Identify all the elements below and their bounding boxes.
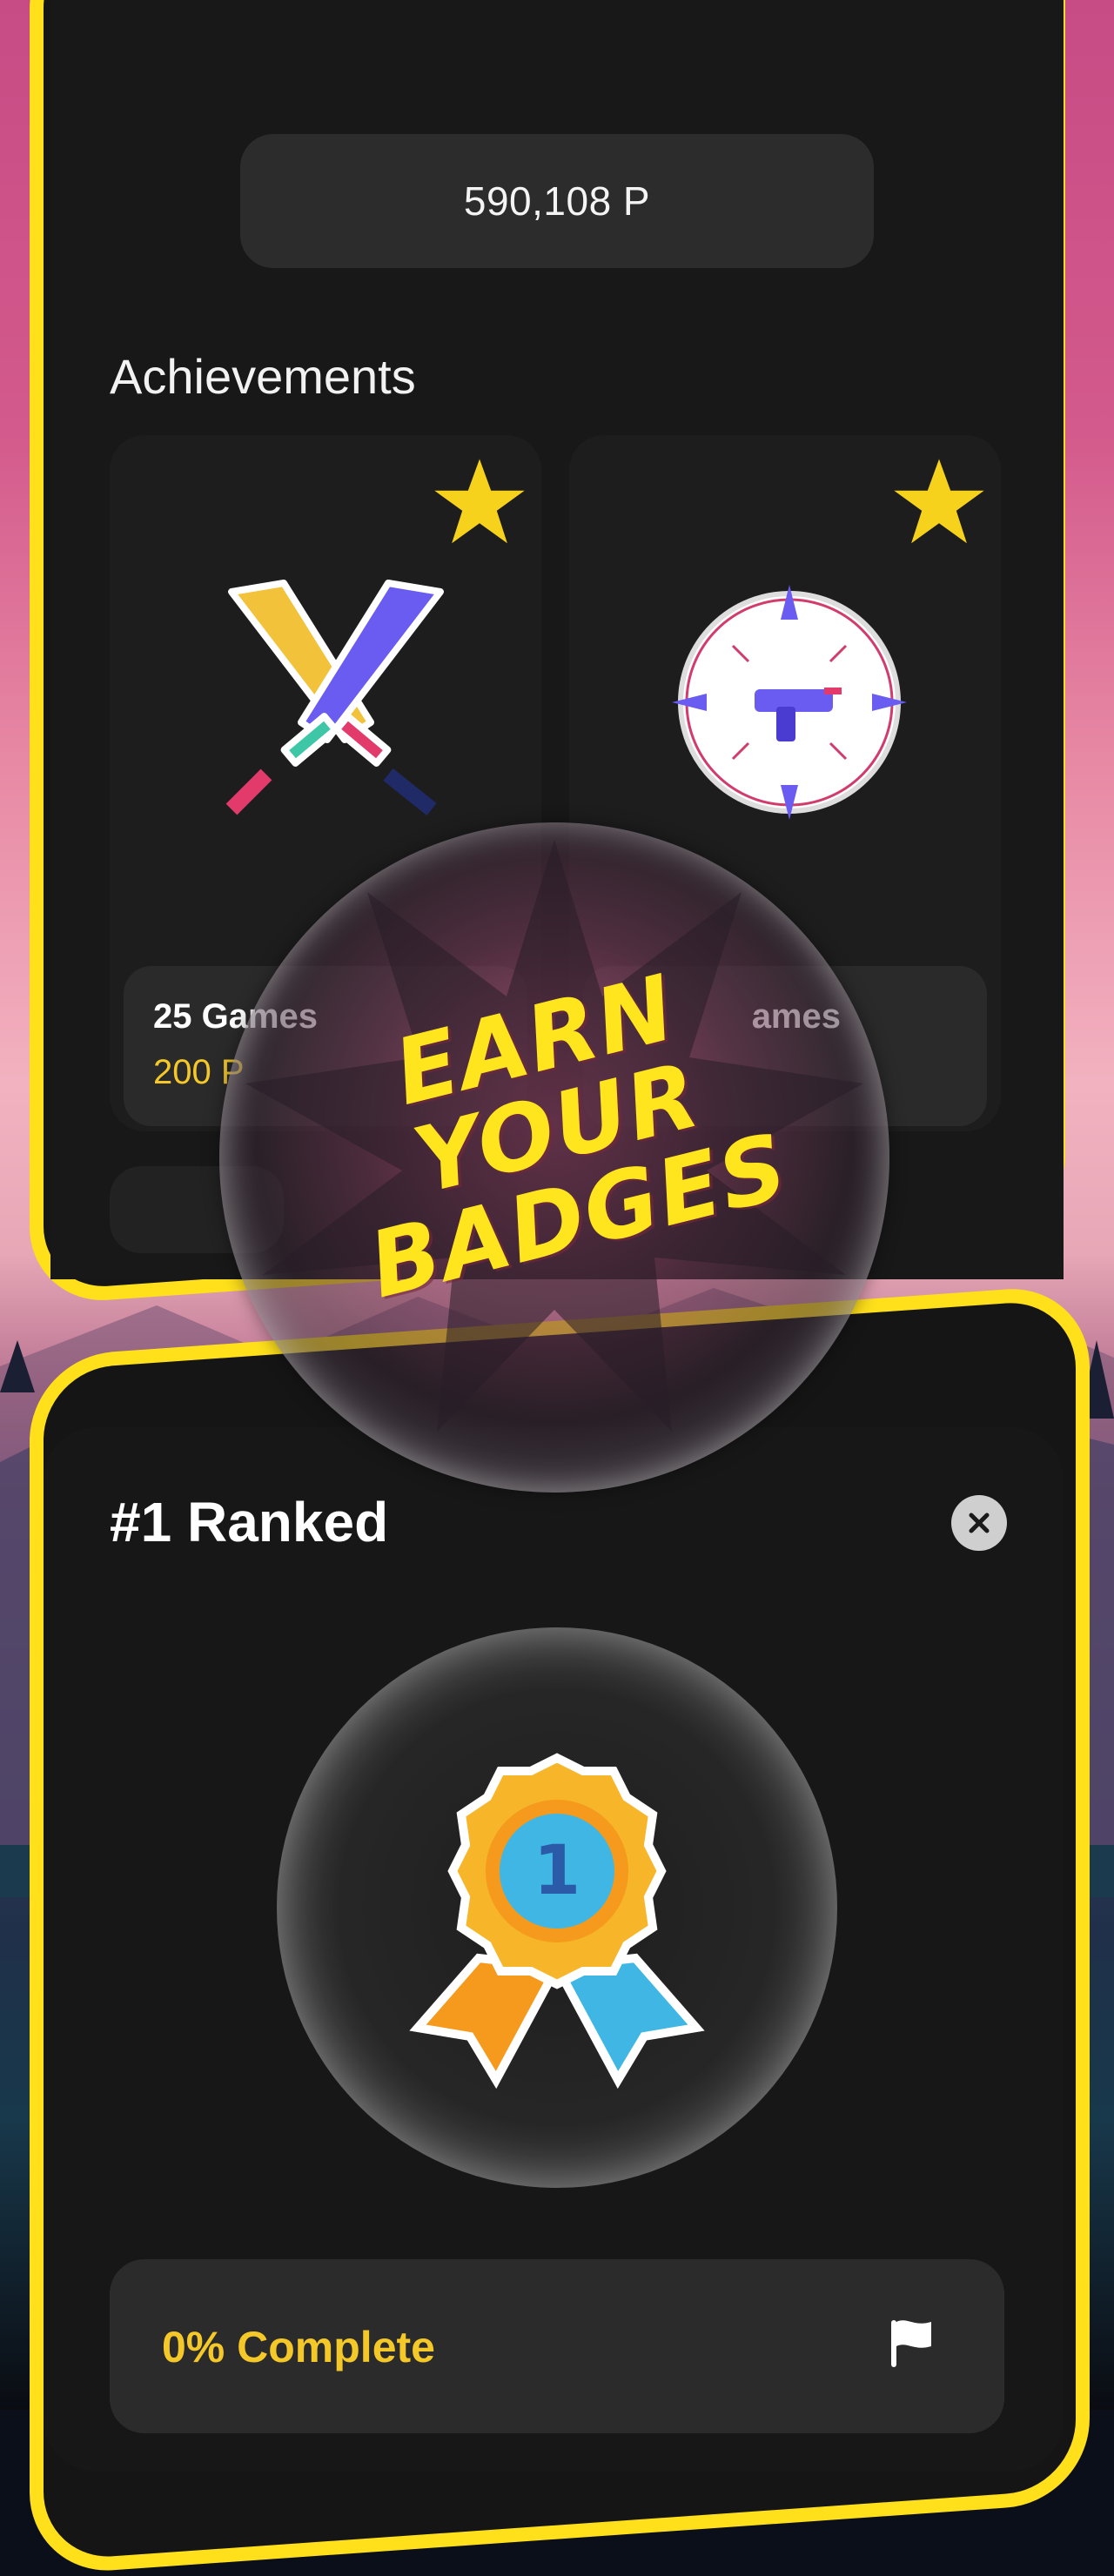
close-button[interactable] bbox=[951, 1495, 1007, 1551]
crossed-swords-icon bbox=[225, 580, 444, 816]
crosshair-blaster-icon bbox=[672, 585, 907, 820]
close-icon bbox=[969, 1513, 990, 1533]
flag-icon bbox=[891, 2320, 931, 2367]
medal-number: 1 bbox=[534, 1832, 580, 1910]
points-balance-label: 590,108 P bbox=[463, 178, 651, 224]
rank-medal-icon: 1 bbox=[409, 1753, 705, 2089]
progress-row[interactable]: 0% Complete bbox=[110, 2259, 1004, 2433]
progress-label: 0% Complete bbox=[162, 2323, 435, 2371]
star-icon bbox=[894, 459, 984, 544]
achievements-title: Achievements bbox=[110, 349, 416, 404]
star-icon bbox=[434, 459, 525, 544]
detail-title: #1 Ranked bbox=[110, 1491, 389, 1553]
points-balance: 590,108 P bbox=[240, 134, 874, 268]
